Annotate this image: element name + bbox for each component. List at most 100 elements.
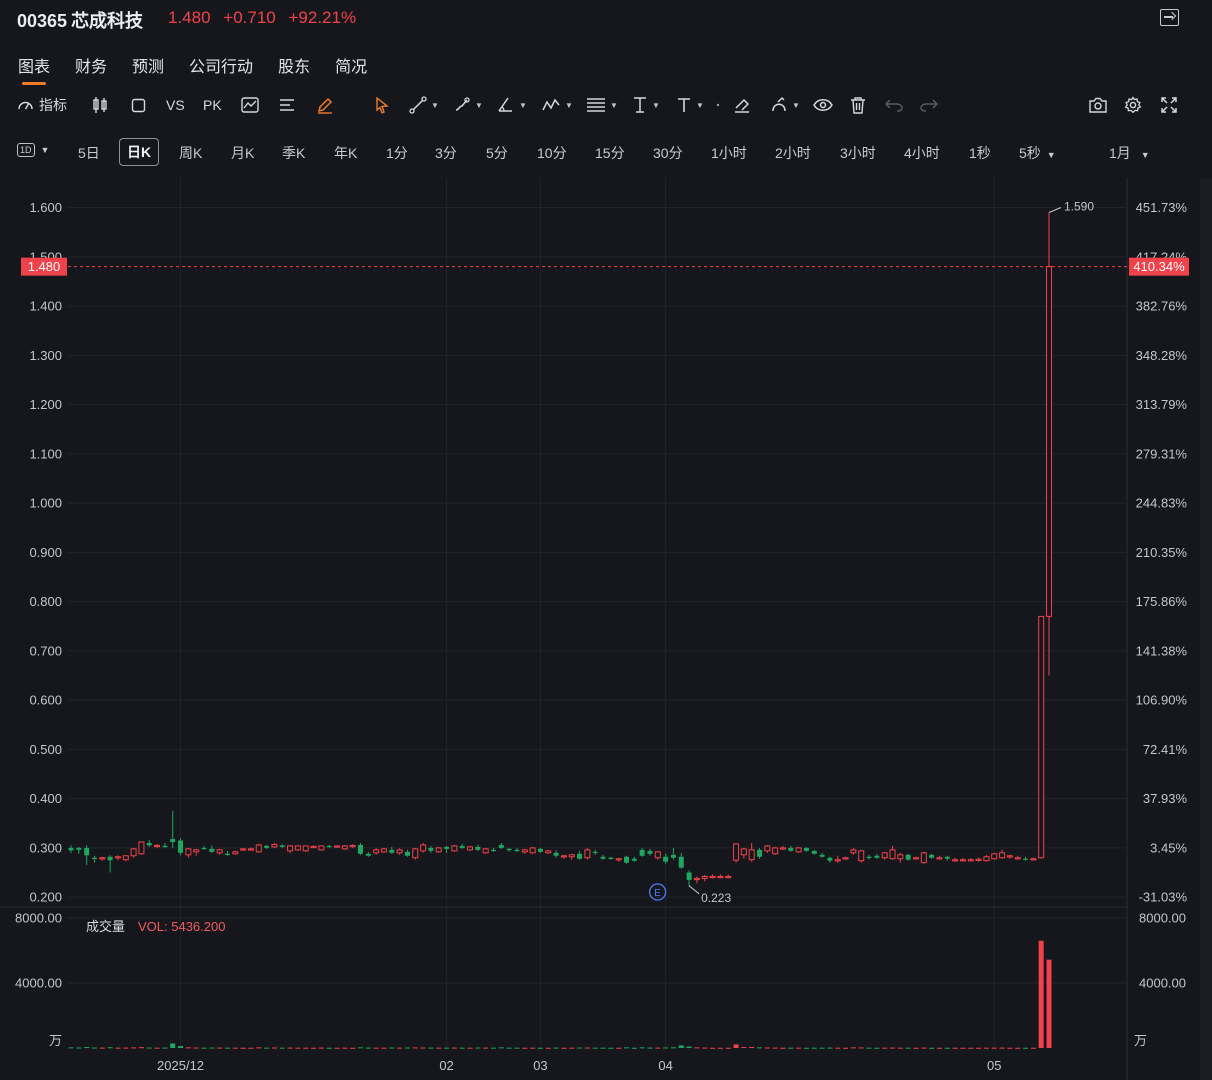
candle-body: [521, 849, 528, 853]
period-yearly[interactable]: 年K: [334, 143, 357, 163]
volume-bar: [232, 1047, 238, 1049]
tab-profile[interactable]: 简况: [335, 53, 367, 77]
volume-bar: [185, 1047, 191, 1049]
candle-body: [905, 854, 911, 860]
volume-bar: [404, 1047, 410, 1049]
volume-bar: [944, 1047, 950, 1049]
fibonacci-icon[interactable]: ▼: [586, 94, 618, 116]
volume-bar: [592, 1047, 598, 1049]
volume-bar: [710, 1047, 716, 1049]
period-3min[interactable]: 3分: [435, 143, 457, 163]
tab-corporate-actions[interactable]: 公司行动: [189, 53, 253, 77]
angle-tool-icon[interactable]: ▼: [497, 94, 527, 116]
period-3h[interactable]: 3小时: [840, 143, 876, 163]
measure-icon[interactable]: ▼: [632, 94, 660, 116]
candle-body: [701, 875, 708, 879]
volume-bar: [936, 1047, 942, 1049]
period-30min[interactable]: 30分: [653, 143, 683, 163]
candle-body: [490, 849, 496, 852]
period-5d[interactable]: 5日: [78, 143, 100, 163]
candle-body: [647, 850, 653, 854]
cursor-icon[interactable]: [375, 94, 389, 116]
volume-bar: [68, 1047, 74, 1049]
candle-body: [827, 857, 833, 861]
percent-tick-label: 175.86%: [1136, 594, 1188, 609]
period-1min[interactable]: 1分: [386, 143, 408, 163]
eraser-icon[interactable]: [733, 94, 751, 116]
volume-bar: [545, 1047, 551, 1049]
tab-shareholders[interactable]: 股东: [278, 53, 310, 77]
period-quarterly[interactable]: 季K: [282, 143, 305, 163]
camera-icon[interactable]: [1089, 94, 1107, 116]
volume-bar: [905, 1047, 911, 1049]
candle-body: [608, 857, 614, 859]
indicator-button[interactable]: 指标: [17, 94, 67, 116]
wave-pattern-icon[interactable]: ▼: [541, 94, 573, 116]
period-10min[interactable]: 10分: [537, 143, 567, 163]
candle-body: [185, 848, 192, 856]
candle-body: [733, 843, 740, 861]
volume-bar: [850, 1047, 856, 1049]
volume-bar: [577, 1047, 583, 1049]
volume-tick-label-right: 4000.00: [1139, 976, 1186, 991]
trend-line-icon[interactable]: ▼: [409, 94, 439, 116]
square-icon[interactable]: [131, 94, 146, 116]
candle-type-icon[interactable]: [92, 94, 108, 116]
exit-fullscreen-icon[interactable]: [1160, 9, 1179, 26]
volume-bar: [600, 1047, 606, 1049]
period-5min[interactable]: 5分: [486, 143, 508, 163]
period-4h[interactable]: 4小时: [904, 143, 940, 163]
volume-bar: [921, 1047, 927, 1049]
redo-icon[interactable]: [920, 94, 938, 116]
period-daily[interactable]: 日K: [119, 138, 160, 166]
period-monthly[interactable]: 月K: [231, 143, 254, 163]
date-tick-label: 05: [987, 1058, 1001, 1073]
period-15min[interactable]: 15分: [595, 143, 625, 163]
candle-body: [983, 856, 990, 862]
undo-icon[interactable]: [885, 94, 903, 116]
multi-chart-icon[interactable]: [241, 94, 259, 116]
period-1h[interactable]: 1小时: [711, 143, 747, 163]
period-2h[interactable]: 2小时: [775, 143, 811, 163]
volume-bar: [835, 1047, 841, 1049]
interval-selector[interactable]: 1D ▼: [17, 143, 49, 157]
candle-body: [498, 844, 504, 848]
candlestick-chart[interactable]: 1.600 451.73%1.500 417.24%1.400 382.76%1.30…: [0, 178, 1200, 1080]
text-tool-icon[interactable]: ▼: [676, 94, 704, 116]
interval-icon: 1D: [17, 143, 35, 157]
tab-financials[interactable]: 财务: [75, 53, 107, 77]
price-tick-label: 0.500: [29, 742, 62, 757]
candle-body: [991, 853, 998, 860]
align-icon[interactable]: [279, 94, 295, 116]
price-tick-label: 0.900: [29, 545, 62, 560]
fullscreen-icon[interactable]: [1161, 94, 1177, 116]
eye-icon[interactable]: [813, 94, 833, 116]
trash-icon[interactable]: [850, 94, 866, 116]
scrollbar[interactable]: [1200, 178, 1212, 1080]
candle-body: [287, 845, 294, 852]
tab-chart[interactable]: 图表: [18, 53, 50, 85]
volume-bar: [811, 1047, 817, 1049]
tab-forecast[interactable]: 预测: [132, 53, 164, 77]
candle-body: [294, 845, 301, 851]
draw-pen-icon[interactable]: [316, 94, 334, 116]
candle-body: [506, 848, 512, 851]
price-tick-label: 0.300: [29, 840, 62, 855]
candle-body: [881, 852, 888, 859]
vs-button[interactable]: VS: [166, 94, 185, 116]
candle-body: [889, 849, 896, 860]
period-1s[interactable]: 1秒: [969, 143, 991, 163]
range-selector[interactable]: 1月 ▼: [1109, 143, 1150, 163]
candle-body: [380, 848, 387, 853]
volume-bar: [76, 1047, 82, 1049]
magnet-icon[interactable]: ▼: [770, 94, 800, 116]
period-5s-label: 5秒: [1019, 145, 1041, 161]
brush-icon[interactable]: ▼: [453, 94, 483, 116]
percent-tick-label: 72.41%: [1143, 742, 1188, 757]
settings-gear-icon[interactable]: [1124, 94, 1142, 116]
pk-button[interactable]: PK: [203, 94, 222, 116]
candle-body: [475, 846, 481, 850]
period-5s[interactable]: 5秒 ▼: [1019, 143, 1056, 163]
period-weekly[interactable]: 周K: [179, 143, 202, 163]
candle-body: [365, 853, 371, 856]
